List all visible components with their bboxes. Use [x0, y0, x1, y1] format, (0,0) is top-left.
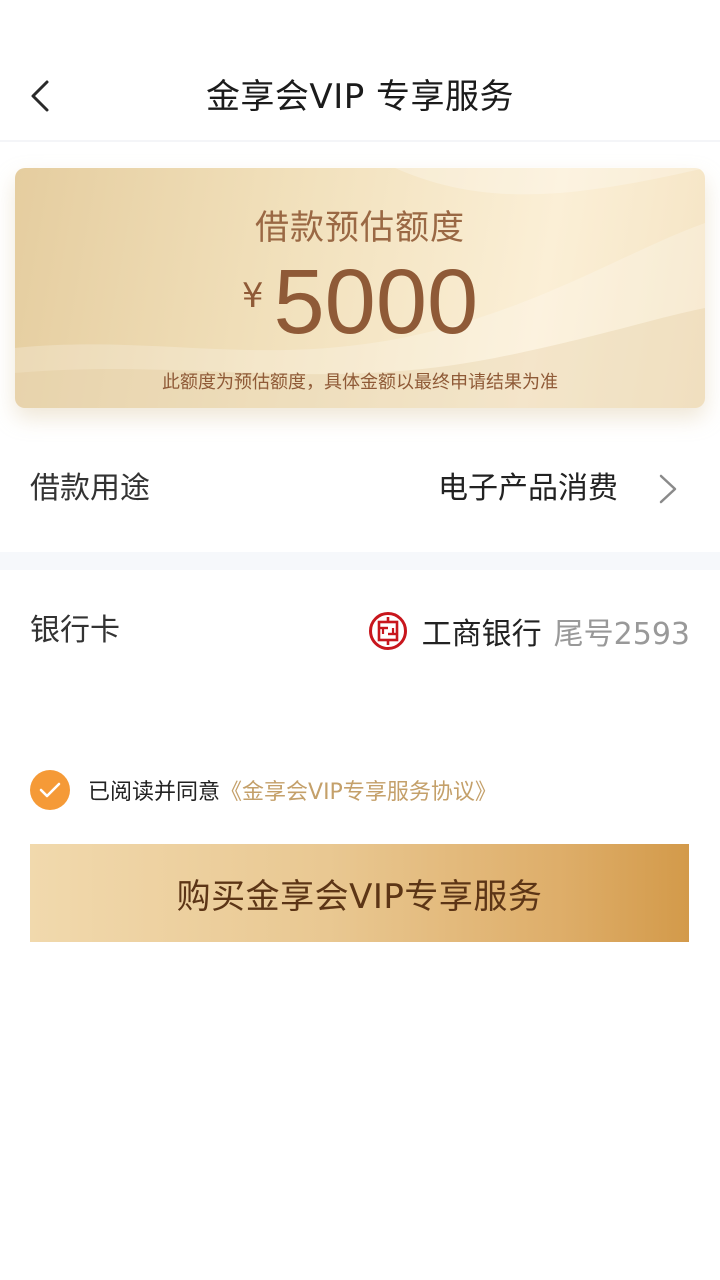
loan-purpose-label: 借款用途 [30, 471, 150, 506]
bank-name: 工商银行 [421, 617, 542, 652]
chevron-right-icon[interactable] [656, 473, 680, 505]
agreement-row: 已阅读并同意 《金享会VIP专享服务协议》 [30, 770, 497, 810]
section-divider [0, 552, 720, 570]
quota-card: 借款预估额度 ¥ 5000 此额度为预估额度，具体金额以最终申请结果为准 [15, 168, 705, 408]
loan-purpose-row[interactable]: 借款用途 电子产品消费 [0, 444, 720, 534]
agreement-checkbox[interactable] [30, 770, 70, 810]
loan-purpose-value: 电子产品消费 [438, 471, 618, 506]
quota-note: 此额度为预估额度，具体金额以最终申请结果为准 [162, 372, 558, 393]
icbc-logo-icon [368, 612, 407, 650]
page-title: 金享会VIP 专享服务 [205, 77, 515, 117]
agreement-prefix: 已阅读并同意 [88, 780, 221, 805]
header-bar: 金享会VIP 专享服务 [0, 0, 720, 142]
currency-symbol: ¥ [241, 276, 264, 316]
checkmark-icon [39, 782, 61, 798]
bank-card-tail-number: 尾号2593 [553, 617, 690, 652]
bank-info: 工商银行 尾号2593 [368, 586, 690, 676]
quota-label: 借款预估额度 [255, 208, 465, 248]
bank-card-row[interactable]: 银行卡 工商银行 尾号2593 [0, 586, 720, 676]
page: 金享会VIP 专享服务 借款预估额度 ¥ 5000 此额度为预估额度，具体金额以… [0, 0, 720, 1280]
quota-amount-group: ¥ 5000 [15, 252, 705, 362]
quota-amount: 5000 [273, 251, 479, 353]
bank-card-label: 银行卡 [30, 613, 120, 648]
buy-vip-button[interactable]: 购买金享会VIP专享服务 [30, 844, 689, 942]
agreement-link[interactable]: 《金享会VIP专享服务协议》 [220, 774, 497, 806]
